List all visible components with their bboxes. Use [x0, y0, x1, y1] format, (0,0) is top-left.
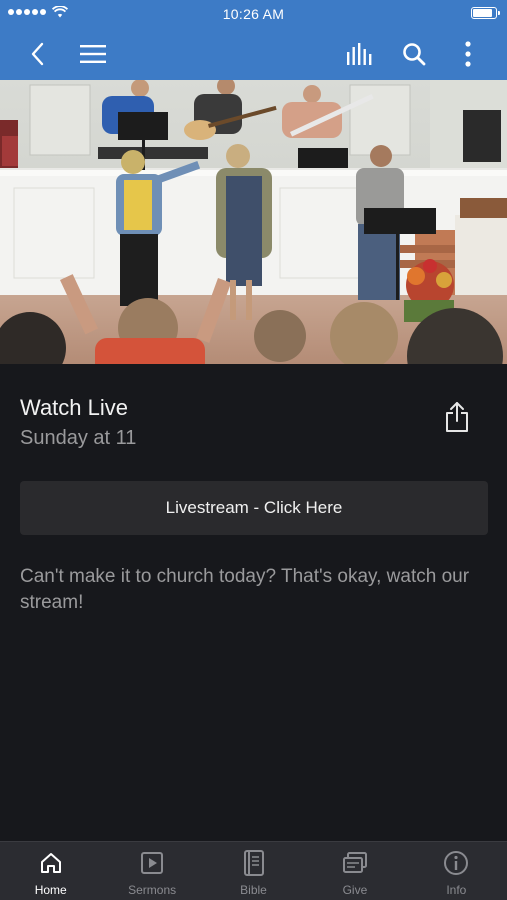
play-icon [139, 850, 165, 876]
livestream-button[interactable]: Livestream - Click Here [20, 481, 488, 535]
nav-bar [0, 28, 507, 80]
home-icon [38, 850, 64, 876]
back-button[interactable] [20, 36, 56, 72]
search-icon [403, 43, 426, 66]
audio-button[interactable] [343, 36, 379, 72]
tab-sermons[interactable]: Sermons [101, 842, 202, 900]
page-description: Can't make it to church today? That's ok… [20, 566, 470, 613]
more-button[interactable] [450, 36, 486, 72]
tab-home[interactable]: Home [0, 842, 101, 900]
tab-bible-label: Bible [240, 883, 267, 897]
page-subtitle: Sunday at 11 [20, 427, 137, 449]
menu-icon [80, 45, 106, 63]
share-button[interactable] [440, 398, 474, 436]
tab-info[interactable]: Info [406, 842, 507, 900]
tab-bible[interactable]: Bible [203, 842, 304, 900]
battery-fill [473, 9, 492, 17]
content-area: Watch Live Sunday at 11 Livestream - Cli… [0, 364, 507, 841]
tab-sermons-label: Sermons [128, 883, 177, 897]
give-icon [342, 850, 368, 876]
back-icon [31, 42, 44, 66]
more-vert-icon [465, 41, 471, 67]
status-bar: 10:26 AM [0, 0, 507, 28]
top-bar: 10:26 AM [0, 0, 507, 80]
info-icon [443, 850, 469, 876]
tab-give-label: Give [342, 883, 368, 897]
search-button[interactable] [396, 36, 432, 72]
tab-give[interactable]: Give [304, 842, 405, 900]
audio-bars-icon [347, 43, 372, 65]
hero-image [0, 80, 507, 364]
share-icon [446, 402, 468, 432]
menu-button[interactable] [75, 36, 111, 72]
app-screen: 10:26 AM Watch Live Sunday at 11 Livestr… [0, 0, 507, 900]
worship-band-photo [0, 80, 507, 364]
tab-info-label: Info [446, 883, 467, 897]
status-time: 10:26 AM [222, 6, 285, 22]
tab-home-label: Home [34, 883, 67, 897]
book-icon [241, 850, 267, 876]
battery-icon [471, 7, 500, 19]
tab-bar: Home Sermons Bible Give Info [0, 841, 507, 900]
page-title: Watch Live [20, 395, 129, 420]
